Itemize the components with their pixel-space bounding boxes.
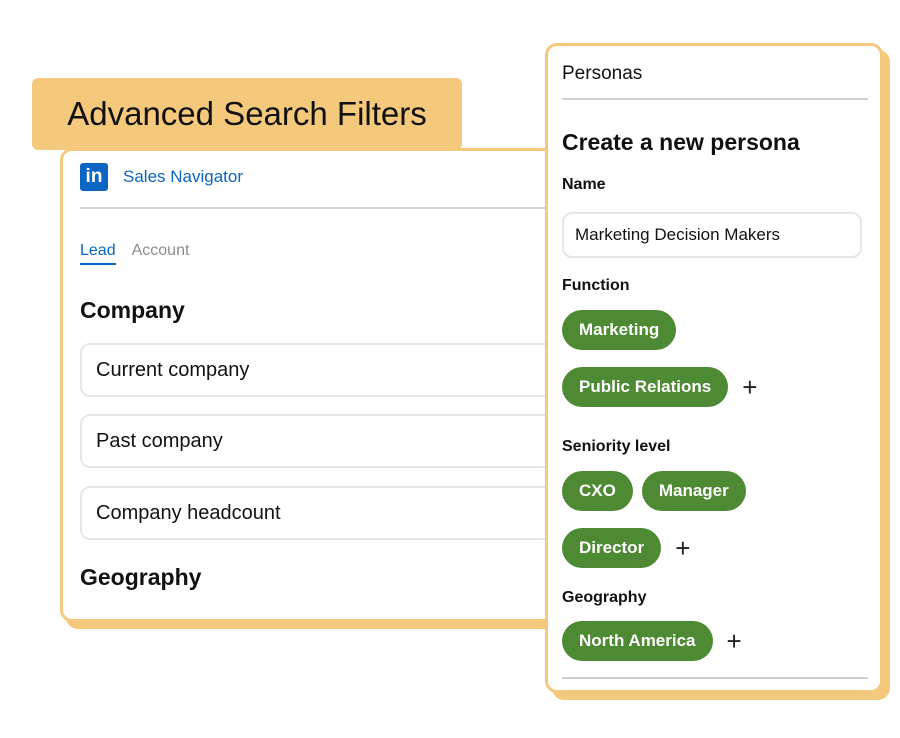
function-tag-marketing[interactable]: Marketing bbox=[562, 310, 677, 350]
persona-name-input[interactable] bbox=[562, 212, 862, 258]
seniority-label: Seniority level bbox=[562, 438, 671, 455]
persona-bottom-divider bbox=[562, 677, 868, 679]
geography-tags-row: North America + bbox=[562, 621, 742, 661]
function-tag-public-relations[interactable]: Public Relations bbox=[562, 367, 729, 407]
name-label: Name bbox=[562, 176, 606, 193]
persona-geography-label: Geography bbox=[562, 589, 647, 606]
tab-account[interactable]: Account bbox=[132, 242, 190, 265]
linkedin-icon: in bbox=[80, 163, 108, 191]
geography-section-heading: Geography bbox=[80, 564, 202, 590]
function-tags-row-1: Marketing bbox=[562, 310, 685, 350]
create-persona-title: Create a new persona bbox=[562, 129, 800, 155]
seniority-tag-director[interactable]: Director bbox=[562, 528, 662, 568]
function-label: Function bbox=[562, 277, 630, 294]
personas-header: Personas bbox=[562, 63, 643, 84]
seniority-tags-row-1: CXO Manager bbox=[562, 471, 755, 511]
brand-header: in Sales Navigator bbox=[80, 163, 243, 191]
search-tabs: Lead Account bbox=[80, 242, 205, 265]
header-divider bbox=[80, 207, 550, 209]
add-geography-plus-icon[interactable]: + bbox=[727, 628, 742, 654]
brand-name[interactable]: Sales Navigator bbox=[123, 167, 243, 187]
tab-lead[interactable]: Lead bbox=[80, 242, 116, 265]
seniority-tags-row-2: Director + bbox=[562, 528, 690, 568]
personas-divider bbox=[562, 98, 868, 100]
geography-tag-north-america[interactable]: North America bbox=[562, 621, 713, 661]
page-title: Advanced Search Filters bbox=[32, 78, 462, 150]
company-headcount-filter[interactable]: Company headcount bbox=[80, 486, 555, 540]
past-company-filter[interactable]: Past company bbox=[80, 414, 555, 468]
seniority-tag-cxo[interactable]: CXO bbox=[562, 471, 633, 511]
current-company-filter[interactable]: Current company bbox=[80, 343, 555, 397]
add-function-plus-icon[interactable]: + bbox=[742, 374, 757, 400]
seniority-tag-manager[interactable]: Manager bbox=[641, 471, 746, 511]
function-tags-row-2: Public Relations + bbox=[562, 367, 757, 407]
add-seniority-plus-icon[interactable]: + bbox=[675, 535, 690, 561]
company-section-heading: Company bbox=[80, 297, 185, 323]
